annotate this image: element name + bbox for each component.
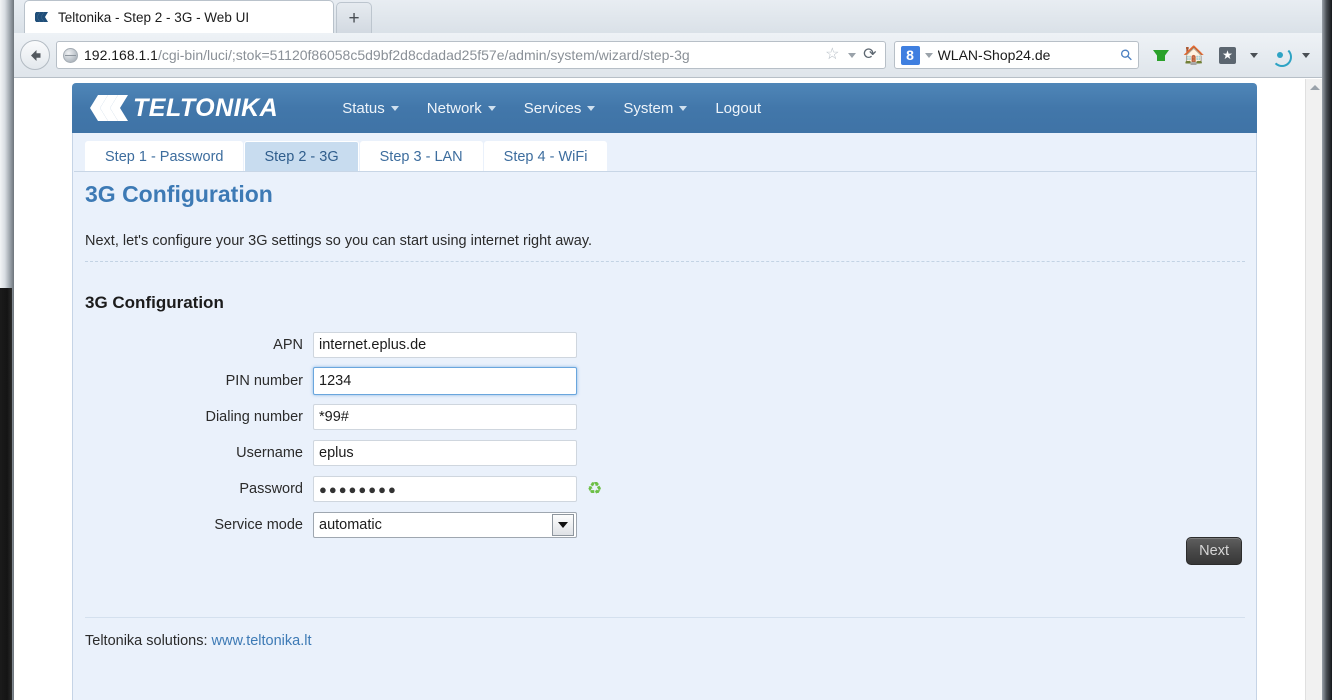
nav-item-network-label: Network (426, 99, 482, 117)
service-mode-select[interactable]: automatic (313, 512, 577, 538)
divider (85, 261, 1245, 262)
wizard-panel: Step 1 - Password Step 2 - 3G Step 3 - L… (72, 133, 1257, 700)
form-row-pin-number: PIN number 1234 (73, 363, 1256, 399)
vertical-scrollbar[interactable] (1305, 79, 1322, 700)
nav-item-logout-label: Logout (715, 99, 762, 117)
nav-item-logout[interactable]: Logout (701, 100, 775, 117)
search-engine-chevron-down-icon[interactable] (924, 52, 933, 58)
form-row-dialing-number: Dialing number *99# (73, 399, 1256, 435)
teltonika-web-ui: TELTONIKA Status Network Services System (62, 79, 1257, 700)
teltonika-favicon-icon (33, 9, 51, 25)
next-button[interactable]: Next (1186, 537, 1242, 565)
wizard-tabs: Step 1 - Password Step 2 - 3G Step 3 - L… (74, 138, 1257, 172)
magnifier-icon[interactable]: ⚲ (1116, 45, 1137, 65)
nav-item-network[interactable]: Network (413, 100, 510, 117)
nav-item-status[interactable]: Status (328, 100, 413, 117)
footer-link[interactable]: www.teltonika.lt (212, 633, 312, 649)
url-host: 192.168.1.1 (84, 47, 158, 63)
window-left-edge-shadow (0, 288, 12, 700)
browser-tabstrip: Teltonika - Step 2 - 3G - Web UI + (10, 0, 1322, 33)
browser-toolbar-icons: 🏠 ★ (1152, 46, 1316, 67)
dialing-number-label: Dialing number (205, 409, 303, 425)
apn-label: APN (273, 337, 303, 353)
form-row-username: Username eplus (73, 435, 1256, 471)
nav-item-services[interactable]: Services (510, 100, 610, 117)
nav-item-system[interactable]: System (609, 100, 701, 117)
url-bar-icons: ☆ ⟳ (825, 47, 878, 63)
search-engine-icon[interactable]: 8 (900, 45, 920, 65)
footer-text: Teltonika solutions: (85, 633, 208, 649)
apn-input[interactable]: internet.eplus.de (313, 332, 577, 358)
form-row-apn: APN internet.eplus.de (73, 327, 1256, 363)
tab-step-4-wifi[interactable]: Step 4 - WiFi (483, 141, 608, 171)
pin-number-input[interactable]: 1234 (313, 367, 577, 395)
tab-step-3-lan[interactable]: Step 3 - LAN (359, 141, 483, 171)
page-description: Next, let's configure your 3G settings s… (85, 233, 593, 249)
password-input[interactable]: ●●●●●●●● (313, 476, 577, 502)
nav-item-system-label: System (623, 99, 674, 117)
service-mode-label: Service mode (214, 517, 303, 533)
teltonika-chevron-icon (86, 93, 130, 123)
nav-item-status-label: Status (342, 99, 385, 117)
teltonika-logo[interactable]: TELTONIKA (86, 93, 278, 123)
teltonika-logo-text: TELTONIKA (133, 93, 279, 122)
page-title: 3G Configuration (85, 181, 273, 207)
browser-tab-title: Teltonika - Step 2 - 3G - Web UI (58, 9, 250, 25)
chevron-down-icon (487, 105, 496, 111)
chevron-down-icon (679, 105, 688, 111)
url-text: 192.168.1.1/cgi-bin/luci/;stok=51120f860… (84, 47, 819, 63)
browser-navbar: 192.168.1.1/cgi-bin/luci/;stok=51120f860… (10, 33, 1322, 78)
globe-icon (63, 47, 78, 63)
pin-number-label: PIN number (225, 373, 303, 389)
chevron-down-icon (587, 105, 596, 111)
app-topnav: TELTONIKA Status Network Services System (72, 83, 1257, 133)
browser-tab[interactable]: Teltonika - Step 2 - 3G - Web UI (24, 0, 334, 33)
window-right-edge (1322, 0, 1332, 700)
reload-icon[interactable]: ⟳ (863, 47, 876, 63)
recycle-icon[interactable]: ♻ (587, 479, 607, 499)
home-icon[interactable]: 🏠 (1183, 46, 1205, 64)
scroll-up-arrow-icon[interactable] (1306, 79, 1322, 96)
bookmark-star-icon[interactable]: ★ (1219, 46, 1236, 64)
tab-step-1-password[interactable]: Step 1 - Password (85, 141, 244, 171)
search-input[interactable]: WLAN-Shop24.de (938, 47, 1116, 63)
page-viewport: TELTONIKA Status Network Services System (12, 79, 1322, 700)
browser-window: Teltonika - Step 2 - 3G - Web UI + 192.1… (0, 0, 1332, 700)
bookmark-chevron-down-icon[interactable] (1250, 52, 1258, 58)
dialing-number-input[interactable]: *99# (313, 404, 577, 430)
form-row-service-mode: Service mode automatic (73, 507, 1256, 543)
search-bar[interactable]: 8 WLAN-Shop24.de ⚲ (893, 41, 1139, 69)
username-label: Username (236, 445, 303, 461)
star-icon[interactable]: ☆ (825, 47, 841, 63)
select-chevron-down-icon[interactable] (552, 514, 574, 536)
service-mode-selected-value: automatic (319, 517, 382, 533)
chevron-down-icon[interactable] (848, 52, 857, 58)
form-row-password: Password ●●●●●●●● ♻ (73, 471, 1256, 507)
footer: Teltonika solutions: www.teltonika.lt (85, 633, 311, 649)
password-label: Password (239, 481, 303, 497)
hub-icon[interactable] (1272, 47, 1292, 67)
footer-divider (85, 617, 1245, 618)
tab-step-2-3g[interactable]: Step 2 - 3G (244, 141, 359, 171)
new-tab-button[interactable]: + (336, 2, 372, 33)
section-title: 3G Configuration (85, 293, 224, 312)
url-path: /cgi-bin/luci/;stok=51120f86058c5d9bf2d8… (157, 47, 690, 63)
url-bar[interactable]: 192.168.1.1/cgi-bin/luci/;stok=51120f860… (56, 41, 886, 69)
username-input[interactable]: eplus (313, 440, 577, 466)
chevron-down-icon (390, 105, 399, 111)
hub-chevron-down-icon[interactable] (1302, 52, 1310, 58)
3g-config-form: APN internet.eplus.de PIN number 1234 Di… (73, 327, 1256, 543)
nav-item-services-label: Services (523, 99, 582, 117)
download-arrow-icon[interactable] (1152, 49, 1169, 61)
back-arrow-icon[interactable] (20, 40, 50, 70)
